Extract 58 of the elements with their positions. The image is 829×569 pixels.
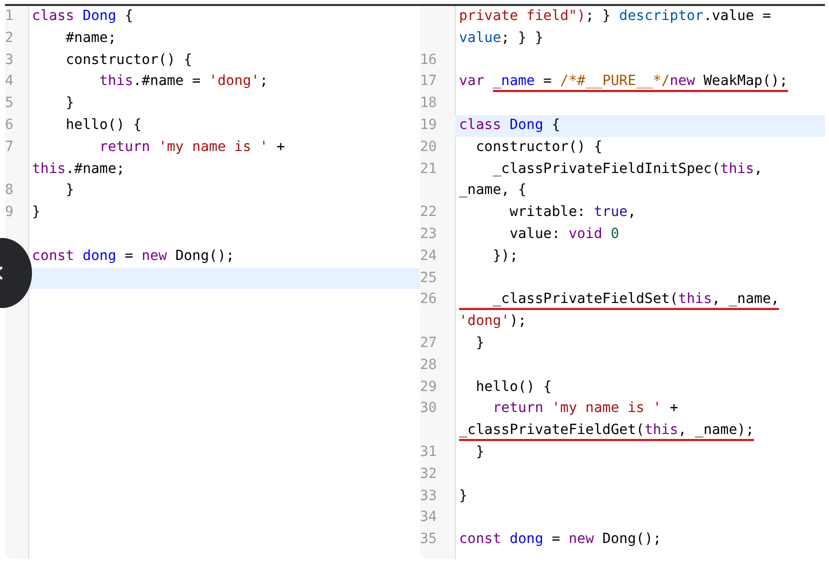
line-number: 25 [420, 270, 438, 286]
code-line: value; } } [458, 28, 544, 48]
line-number: 6 [5, 116, 14, 133]
line-number: 33 [420, 488, 438, 504]
code-line: this.#name = 'dong'; [98, 72, 270, 92]
line-number: 35 [420, 531, 438, 548]
line-number: 21 [420, 160, 438, 177]
code-line: _classPrivateFieldGet(this, _name); [455, 420, 825, 442]
code-line: var _name = /*#__PURE__*/new WeakMap(); [455, 71, 825, 94]
line-number: 18 [420, 95, 438, 112]
code-line: hello() { [474, 378, 553, 397]
code-line: } [474, 442, 486, 462]
code-line: return 'my name is ' + [98, 138, 286, 157]
code-line: 'dong'); [458, 312, 528, 332]
line-number: 2 [5, 30, 14, 46]
code-line: const dong = new Dong(); [458, 530, 662, 550]
code-line: } [458, 486, 468, 506]
code-line: value: void 0 [508, 224, 620, 244]
line-number: 27 [420, 334, 438, 351]
line-number: 32 [420, 466, 438, 482]
code-line: const dong = new Dong(); [31, 246, 236, 266]
line-number: 31 [420, 444, 438, 460]
code-line: writable: true, [508, 203, 638, 222]
line-number: 34 [420, 509, 438, 526]
line-number: 22 [420, 204, 438, 220]
line-number: 8 [5, 182, 14, 198]
code-line: constructor() { [64, 50, 194, 70]
line-number: 9 [5, 204, 14, 220]
line-number: 4 [5, 73, 14, 90]
line-number: 1 [5, 8, 14, 24]
line-number: 24 [420, 248, 438, 264]
code-line: }); [492, 246, 520, 266]
line-number: 17 [420, 73, 438, 90]
code-line: class Dong { [31, 7, 134, 26]
line-number: 16 [420, 52, 438, 68]
code-line: constructor() { [474, 138, 604, 157]
code-line: _name, { [458, 181, 528, 200]
line-number: 19 [420, 116, 438, 133]
line-number: 29 [420, 378, 438, 395]
line-number: 23 [420, 226, 438, 242]
code-line: private field"); } descriptor.value = [458, 7, 772, 26]
code-line: } [31, 203, 42, 222]
code-line: } [474, 334, 486, 353]
code-line: _classPrivateFieldSet(this, _name, [455, 289, 825, 312]
code-line: return 'my name is ' + [492, 399, 680, 418]
line-number: 30 [420, 400, 438, 416]
line-number: 5 [5, 95, 14, 112]
code-line: this.#name; [31, 160, 126, 179]
code-line: } [64, 94, 76, 114]
code-line: } [64, 181, 76, 200]
line-number: 26 [420, 291, 438, 308]
line-number: 28 [420, 356, 438, 373]
line-number: 7 [5, 138, 14, 155]
code-line: hello() { [64, 116, 143, 135]
code-line: _classPrivateFieldInitSpec(this, [492, 160, 764, 179]
code-line: #name; [64, 28, 118, 48]
line-number: 20 [420, 138, 438, 155]
line-number: 3 [5, 52, 14, 68]
